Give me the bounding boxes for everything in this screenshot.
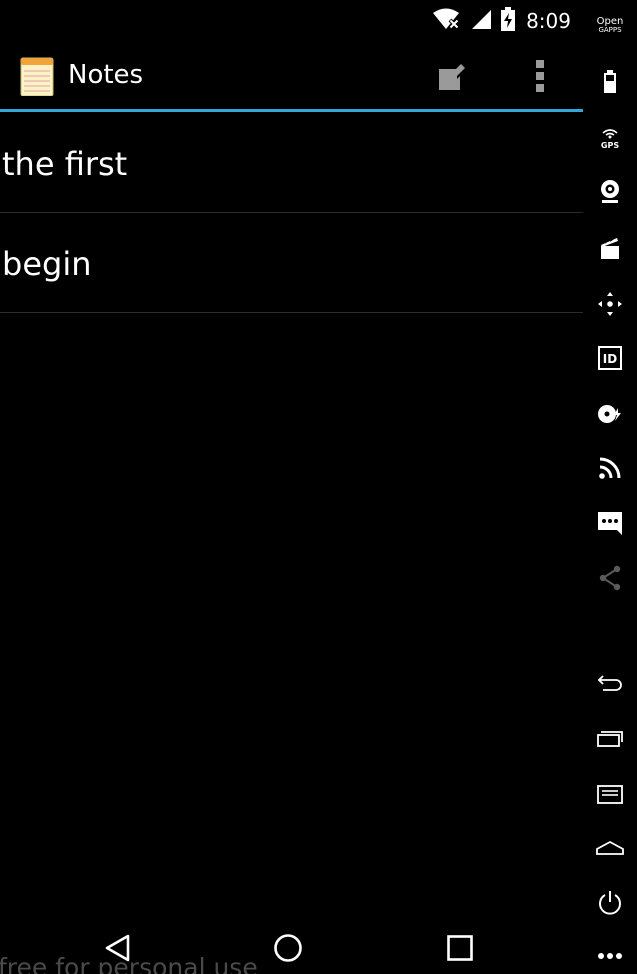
disk-icon[interactable] [583, 400, 637, 428]
status-icons: 8:09 [432, 7, 571, 35]
svg-text:ID: ID [603, 352, 617, 366]
wifi-no-internet-icon [432, 8, 462, 34]
back-icon[interactable] [95, 928, 139, 968]
dpad-icon[interactable] [583, 290, 637, 318]
battery-icon[interactable] [583, 68, 637, 96]
status-bar: 8:09 [0, 0, 583, 40]
emulator-toolbar: Open GAPPS GPS ID [583, 0, 637, 974]
more-icon[interactable] [583, 944, 637, 968]
opengapps-logo: Open GAPPS [596, 16, 624, 35]
navigation-bar [0, 918, 583, 974]
home-icon[interactable] [266, 928, 310, 968]
action-bar: Notes [0, 40, 583, 112]
action-bar-divider [0, 109, 583, 112]
list-item[interactable]: begin [0, 213, 583, 313]
svg-text:GPS: GPS [601, 141, 619, 150]
gps-icon[interactable]: GPS [583, 124, 637, 152]
note-title: begin [2, 245, 92, 283]
recents-icon[interactable] [583, 724, 637, 752]
cast-icon[interactable] [583, 454, 637, 482]
notepad-icon[interactable] [20, 56, 54, 97]
note-title: the first [2, 145, 128, 183]
overflow-menu-icon[interactable] [522, 58, 558, 94]
menu-icon[interactable] [583, 780, 637, 808]
notes-list: the first begin [0, 113, 583, 313]
status-time: 8:09 [526, 9, 571, 33]
power-icon[interactable] [583, 888, 637, 916]
app-title: Notes [68, 60, 144, 90]
webcam-icon[interactable] [583, 178, 637, 206]
device-screen: 8:09 Notes the first begin free for pers… [0, 0, 583, 974]
screencast-icon[interactable] [583, 234, 637, 262]
recents-icon[interactable] [438, 928, 482, 968]
cell-signal-icon [470, 8, 492, 34]
device-id-icon[interactable]: ID [583, 344, 637, 372]
back-icon[interactable] [583, 668, 637, 696]
new-note-icon[interactable] [434, 58, 470, 94]
share-icon[interactable] [583, 564, 637, 592]
list-item[interactable]: the first [0, 113, 583, 213]
sms-icon[interactable] [583, 508, 637, 538]
home-icon[interactable] [583, 834, 637, 862]
battery-charging-icon [500, 7, 516, 35]
